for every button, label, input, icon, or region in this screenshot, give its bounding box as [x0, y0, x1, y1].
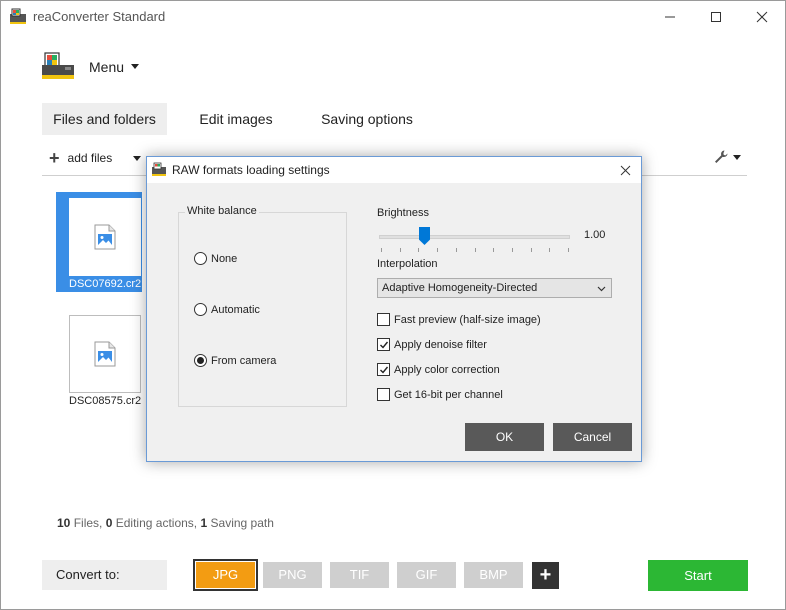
app-window: reaConverter Standard Menu Files and fol… — [0, 0, 786, 610]
add-files-label: add files — [67, 151, 113, 165]
radio-button[interactable] — [194, 252, 207, 265]
add-format-button[interactable]: + — [532, 562, 559, 589]
file-name: DSC08575.cr2 — [69, 395, 142, 407]
checkmark-icon — [379, 341, 388, 349]
checkbox[interactable] — [377, 363, 390, 376]
brightness-label: Brightness — [377, 207, 429, 219]
16bit-checkbox[interactable]: Get 16-bit per channel — [377, 388, 503, 401]
format-gif-button[interactable]: GIF — [397, 562, 456, 588]
slider-tick — [511, 248, 513, 252]
slider-tick — [549, 248, 551, 252]
close-icon — [756, 11, 768, 22]
menu-caret-icon[interactable] — [131, 64, 139, 69]
wb-from-camera-label: From camera — [211, 354, 277, 367]
app-logo-icon — [10, 8, 26, 24]
close-button[interactable] — [739, 1, 785, 32]
white-balance-group: White balance None Automatic From camera — [178, 205, 347, 407]
status-summary: 10 Files, 0 Editing actions, 1 Saving pa… — [57, 516, 274, 530]
file-tile[interactable]: DSC08575.cr2 — [56, 309, 142, 409]
slider-tick — [399, 248, 401, 252]
interpolation-value: Adaptive Homogeneity-Directed — [382, 282, 538, 294]
wb-none-radio[interactable]: None — [194, 252, 237, 265]
wb-automatic-label: Automatic — [211, 303, 260, 316]
white-balance-legend: White balance — [185, 205, 259, 217]
image-file-icon — [94, 224, 116, 250]
convert-to-label: Convert to: — [42, 560, 167, 590]
checkmark-icon — [379, 366, 388, 374]
editing-label: Editing actions, — [115, 516, 198, 530]
denoise-label: Apply denoise filter — [394, 338, 487, 351]
radio-button-checked[interactable] — [194, 354, 207, 367]
ok-button[interactable]: OK — [465, 423, 544, 451]
tab-saving-options[interactable]: Saving options — [307, 103, 427, 135]
dialog-title-bar: RAW formats loading settings — [147, 157, 641, 183]
checkbox[interactable] — [377, 338, 390, 351]
maximize-button[interactable] — [693, 1, 739, 32]
file-tile[interactable]: DSC07692.cr2 — [56, 192, 142, 292]
menu-logo-icon[interactable] — [41, 49, 75, 81]
slider-tick — [493, 248, 495, 252]
raw-settings-dialog: RAW formats loading settings White balan… — [146, 156, 642, 462]
wb-from-camera-radio[interactable]: From camera — [194, 354, 276, 367]
interpolation-label: Interpolation — [377, 258, 438, 270]
slider-tick — [568, 248, 569, 252]
slider-tick — [418, 248, 420, 252]
files-label: Files, — [73, 516, 103, 530]
saving-count: 1 — [200, 516, 208, 530]
fast-preview-label: Fast preview (half-size image) — [394, 313, 541, 326]
saving-label: Saving path — [210, 516, 274, 530]
menu-button[interactable]: Menu — [89, 59, 124, 75]
slider-tick — [455, 248, 457, 252]
add-files-button[interactable]: + add files — [49, 149, 112, 167]
format-tif-button[interactable]: TIF — [330, 562, 389, 588]
chevron-down-icon — [597, 286, 606, 292]
format-jpg-button[interactable]: JPG — [193, 559, 258, 591]
file-name: DSC07692.cr2 — [69, 278, 142, 290]
start-button[interactable]: Start — [648, 560, 748, 591]
16bit-label: Get 16-bit per channel — [394, 388, 503, 401]
slider-tick — [530, 248, 532, 252]
file-thumbnail — [69, 198, 141, 276]
slider-tick — [474, 248, 476, 252]
interpolation-select[interactable]: Adaptive Homogeneity-Directed — [377, 278, 612, 298]
title-bar: reaConverter Standard — [1, 1, 785, 32]
editing-count: 0 — [105, 516, 113, 530]
dialog-app-icon — [152, 162, 166, 176]
plus-icon: + — [49, 148, 60, 168]
files-count: 10 — [57, 516, 71, 530]
denoise-checkbox[interactable]: Apply denoise filter — [377, 338, 487, 351]
window-title: reaConverter Standard — [33, 9, 166, 24]
add-files-caret-icon[interactable] — [133, 156, 141, 161]
color-correction-label: Apply color correction — [394, 363, 500, 376]
brightness-slider-handle[interactable] — [419, 227, 430, 245]
dialog-title: RAW formats loading settings — [172, 163, 330, 177]
tab-edit-images[interactable]: Edit images — [183, 103, 289, 135]
cancel-button[interactable]: Cancel — [553, 423, 632, 451]
minimize-icon — [665, 16, 675, 17]
wb-automatic-radio[interactable]: Automatic — [194, 303, 260, 316]
brightness-slider-track[interactable] — [379, 235, 570, 239]
image-file-icon — [94, 341, 116, 367]
wrench-icon[interactable] — [713, 149, 729, 165]
fast-preview-checkbox[interactable]: Fast preview (half-size image) — [377, 313, 541, 326]
maximize-icon — [711, 11, 721, 22]
tab-files-and-folders[interactable]: Files and folders — [42, 103, 167, 135]
checkbox[interactable] — [377, 313, 390, 326]
dialog-close-button[interactable] — [615, 161, 635, 179]
settings-caret-icon[interactable] — [733, 155, 741, 160]
color-correction-checkbox[interactable]: Apply color correction — [377, 363, 500, 376]
minimize-button[interactable] — [647, 1, 693, 32]
close-icon — [620, 165, 630, 175]
slider-tick — [437, 248, 439, 252]
format-png-button[interactable]: PNG — [263, 562, 322, 588]
slider-tick — [381, 248, 382, 252]
brightness-value: 1.00 — [584, 229, 606, 241]
checkbox[interactable] — [377, 388, 390, 401]
format-bmp-button[interactable]: BMP — [464, 562, 523, 588]
radio-button[interactable] — [194, 303, 207, 316]
file-thumbnail — [69, 315, 141, 393]
wb-none-label: None — [211, 252, 238, 265]
